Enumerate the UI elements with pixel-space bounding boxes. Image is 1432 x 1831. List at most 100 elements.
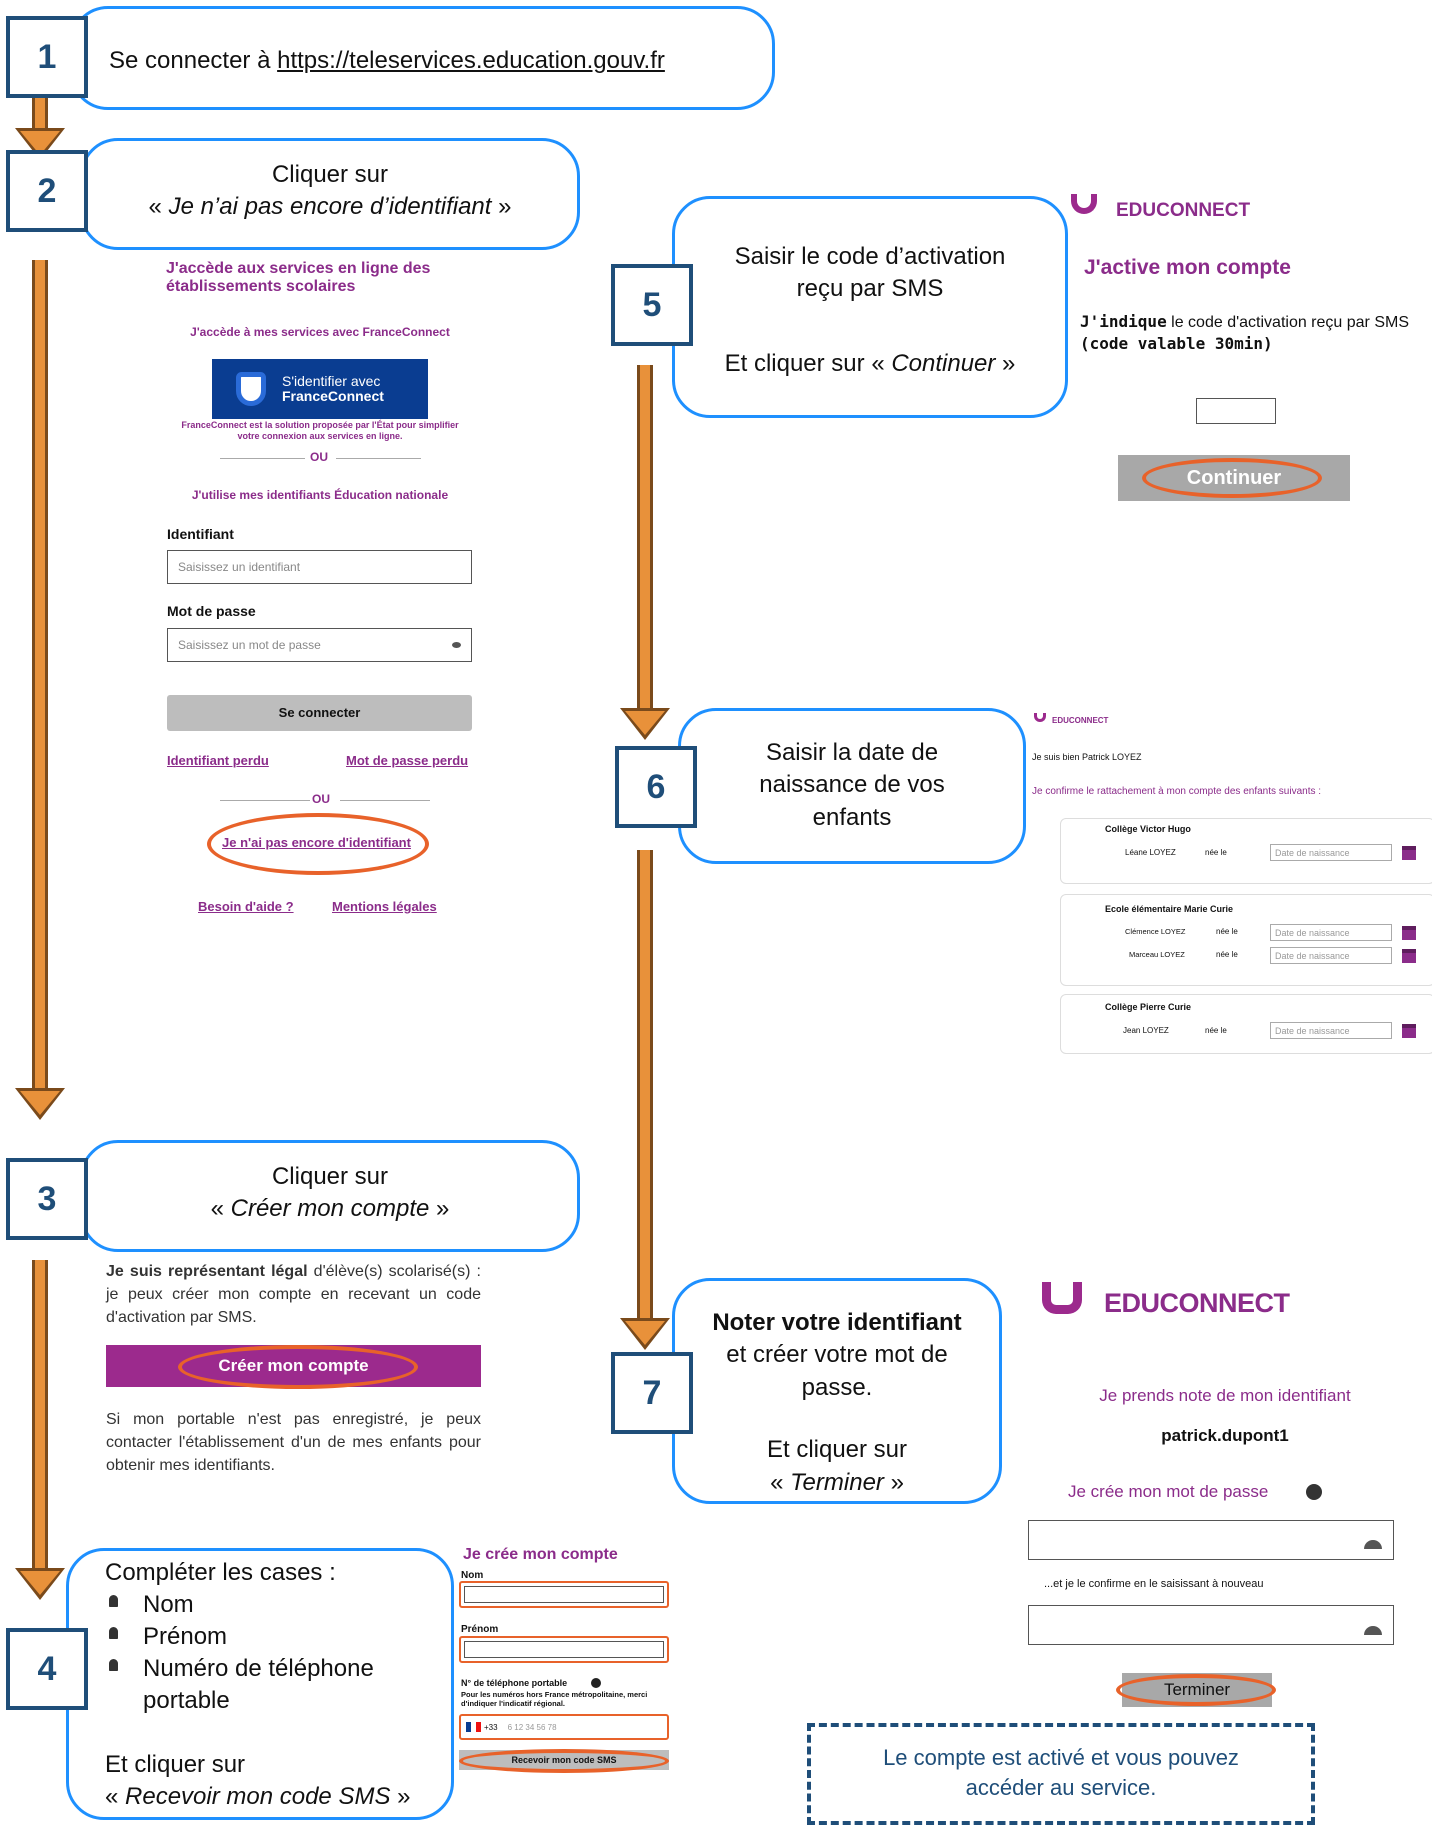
calendar-icon[interactable]	[1402, 1024, 1416, 1038]
legal-link[interactable]: Mentions légales	[332, 899, 437, 914]
nom-input[interactable]	[459, 1581, 669, 1608]
login-screen: J'accède aux services en ligne des établ…	[160, 255, 480, 925]
step-4-close: »	[390, 1783, 411, 1810]
school-name: Ecole élémentaire Marie Curie	[1105, 904, 1234, 914]
confirm-password-input[interactable]	[1028, 1605, 1394, 1645]
continue-highlight	[1142, 458, 1322, 498]
help-link[interactable]: Besoin d'aide ?	[198, 899, 294, 914]
activate-text-bold: J'indique	[1080, 312, 1167, 331]
birthdate-input[interactable]: Date de naissance	[1270, 1022, 1392, 1039]
prenom-input[interactable]	[459, 1636, 669, 1663]
bullet-icon	[109, 1659, 118, 1671]
no-identifier-highlight	[207, 813, 429, 875]
step-7-open: «	[770, 1468, 791, 1496]
step-4-outro1: Et cliquer sur	[105, 1751, 246, 1778]
arrow-2-3	[15, 260, 65, 1120]
help-circle-icon	[1306, 1484, 1322, 1500]
children-confirm: Je confirme le rattachement à mon compte…	[1032, 786, 1322, 797]
step-7-line2: et créer votre mot de	[726, 1341, 948, 1369]
finish-brand: EDUCONNECT	[1104, 1288, 1290, 1318]
step-1-bubble: Se connecter à https://teleservices.educ…	[70, 6, 775, 110]
phone-prefix: +33	[484, 1722, 498, 1732]
step-7-em: Terminer	[790, 1468, 884, 1496]
lost-id-link[interactable]: Identifiant perdu	[167, 753, 269, 768]
step-6-line3: enfants	[812, 803, 892, 831]
divider-left-1	[220, 458, 305, 459]
step-2-line1: Cliquer sur	[271, 161, 389, 188]
identifier-input[interactable]: Saisissez un identifiant	[167, 550, 472, 584]
connect-button[interactable]: Se connecter	[167, 695, 472, 731]
step-3-close: »	[429, 1195, 450, 1223]
en-heading: J'utilise mes identifiants Éducation nat…	[191, 488, 449, 502]
step-2-em: Je n’ai pas encore d’identifiant	[168, 193, 492, 221]
step-7-line3: passe.	[801, 1373, 873, 1401]
step-2-bubble: Cliquer sur « Je n’ai pas encore d’ident…	[80, 138, 580, 250]
step-5-line1: Saisir le code d’activation	[734, 243, 1006, 270]
new-password-input[interactable]	[1028, 1520, 1394, 1560]
step-3-em: Créer mon compte	[230, 1195, 430, 1223]
eye-icon[interactable]	[452, 642, 461, 648]
teleservices-link[interactable]: https://teleservices.education.gouv.fr	[277, 47, 665, 74]
educonnect-logo-icon	[1034, 713, 1046, 722]
step-6-line1: Saisir la date de	[765, 739, 939, 766]
step-7-line4: Et cliquer sur	[766, 1436, 908, 1464]
step-3-open: «	[210, 1195, 231, 1223]
birthdate-input[interactable]: Date de naissance	[1270, 924, 1392, 941]
step-4-item-prenom: Prénom	[143, 1623, 228, 1650]
children-brand: EDUCONNECT	[1052, 716, 1109, 725]
create-pw-label: Je crée mon mot de passe	[1068, 1482, 1269, 1501]
calendar-icon[interactable]	[1402, 949, 1416, 963]
divider-right-2	[340, 800, 430, 801]
step-number-5: 5	[611, 264, 693, 346]
child-name: Léane LOYEZ	[1125, 848, 1176, 857]
confirm-pw-label: ...et je le confirme en le saisissant à …	[1044, 1578, 1264, 1590]
login-title: J'accède aux services en ligne des établ…	[166, 260, 431, 295]
final-note-box: Le compte est activé et vous pouvez accé…	[807, 1723, 1315, 1825]
finish-screen: EDUCONNECT Je prends note de mon identif…	[1020, 1270, 1430, 1710]
child-born: née le	[1205, 1026, 1227, 1035]
lost-pw-link[interactable]: Mot de passe perdu	[346, 753, 468, 768]
french-flag-icon	[466, 1722, 481, 1732]
final-note-line2: accéder au service.	[965, 1774, 1157, 1800]
prenom-label: Prénom	[461, 1624, 499, 1635]
bullet-icon	[109, 1627, 118, 1639]
child-born: née le	[1216, 950, 1238, 959]
children-intro: Je suis bien Patrick LOYEZ	[1032, 752, 1142, 762]
educonnect-logo-icon	[1071, 194, 1097, 214]
arrow-3-4	[15, 1260, 65, 1600]
step-5-close: »	[995, 349, 1016, 377]
phone-help: Pour les numéros hors France métropolita…	[461, 1690, 648, 1708]
step-7-close: »	[883, 1468, 904, 1496]
divider-right-1	[336, 458, 421, 459]
school-name: Collège Victor Hugo	[1105, 824, 1191, 834]
phone-input[interactable]: +33 6 12 34 56 78	[459, 1714, 669, 1740]
calendar-icon[interactable]	[1402, 846, 1416, 860]
child-born: née le	[1205, 848, 1227, 857]
franceconnect-button[interactable]: S'identifier avec FranceConnect	[212, 359, 428, 419]
fc-button-line2: FranceConnect	[282, 388, 384, 404]
birthdate-input[interactable]: Date de naissance	[1270, 844, 1392, 861]
arrow-5-6	[620, 365, 670, 740]
step-number-6: 6	[615, 746, 697, 828]
step-number-4: 4	[6, 1628, 88, 1710]
child-name: Marceau LOYEZ	[1129, 950, 1185, 959]
step-6-bubble: Saisir la date de naissance de vos enfan…	[678, 708, 1026, 864]
step-2-close: »	[491, 193, 512, 221]
step-2-open: «	[148, 193, 169, 221]
pw-label: Mot de passe	[167, 603, 256, 619]
activation-code-input[interactable]	[1196, 398, 1276, 424]
step-7-bubble: Noter votre identifiant et créer votre m…	[672, 1278, 1002, 1504]
fc-heading: J'accède à mes services avec FranceConne…	[190, 325, 450, 339]
birthdate-input[interactable]: Date de naissance	[1270, 947, 1392, 964]
phone-placeholder: 6 12 34 56 78	[507, 1722, 557, 1732]
sms-highlight	[459, 1749, 669, 1773]
activate-title: J'active mon compte	[1084, 256, 1291, 279]
bullet-icon	[109, 1595, 118, 1607]
step-number-7: 7	[611, 1352, 693, 1434]
educonnect-logo-icon	[1042, 1282, 1082, 1314]
step-4-bubble: Compléter les cases : Nom Prénom Numéro …	[66, 1548, 454, 1820]
step-number-2: 2	[6, 150, 88, 232]
calendar-icon[interactable]	[1402, 926, 1416, 940]
step-5-open: Et cliquer sur «	[724, 349, 892, 377]
password-input[interactable]: Saisissez un mot de passe	[167, 628, 472, 662]
